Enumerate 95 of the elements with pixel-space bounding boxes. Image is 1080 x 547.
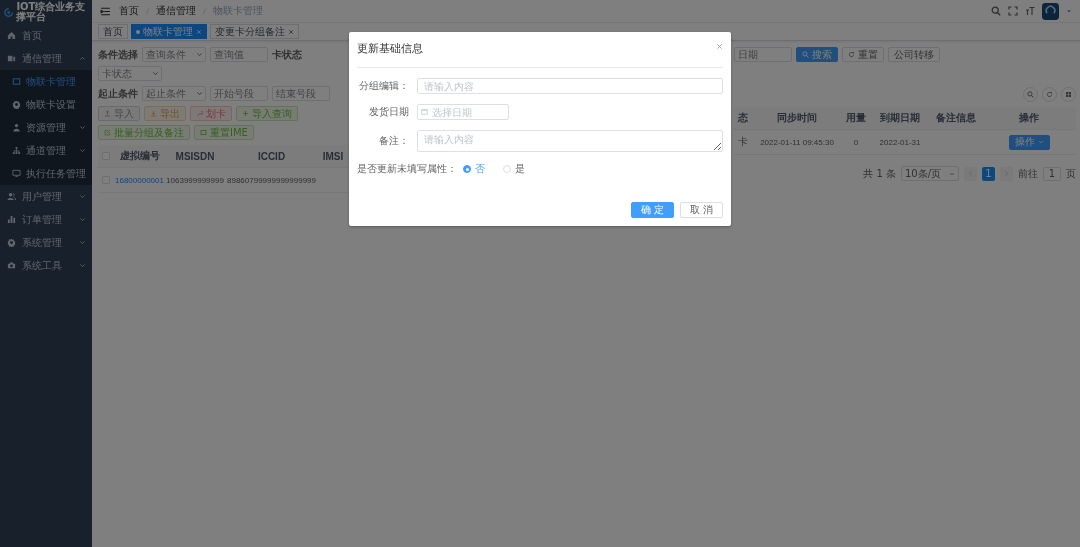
field-label: 起止条件	[98, 86, 138, 101]
upload-icon	[104, 110, 111, 117]
column-header: 操作	[1019, 111, 1039, 125]
submenu-item[interactable]: 执行任务管理	[0, 162, 92, 185]
grid-icon	[1065, 91, 1072, 98]
wrench-icon	[196, 110, 203, 117]
circle-tool-button[interactable]	[1023, 87, 1038, 102]
toolbar-button[interactable]: 导出	[144, 106, 186, 121]
column-header: 用量	[846, 111, 866, 125]
toolbar-button[interactable]: 导入查询	[236, 106, 298, 121]
person-icon	[12, 123, 21, 132]
search-icon	[1027, 91, 1034, 98]
total-count: 共 1 条	[863, 166, 896, 181]
download-icon	[150, 110, 157, 117]
field-label: 卡状态	[272, 47, 302, 62]
field-label: 分组编辑：	[358, 79, 410, 93]
fullscreen-icon	[1008, 6, 1018, 16]
house-icon	[7, 31, 16, 40]
page-tab[interactable]: 物联卡管理	[131, 24, 207, 39]
column-header: IMSI	[322, 150, 344, 162]
page-input[interactable]: 1	[1043, 166, 1061, 181]
field-label: 备注：	[378, 134, 410, 148]
toolbar-button[interactable]: 批量分组及备注	[98, 125, 190, 140]
field-label: 是否更新未填写属性：	[357, 162, 458, 176]
chevron-down-icon	[196, 90, 203, 97]
camera-icon	[7, 261, 16, 270]
table-cell: 89860799999999999999	[227, 175, 316, 185]
column-header: ICCID	[257, 150, 286, 162]
avatar-icon	[1042, 2, 1059, 20]
caret-icon	[1066, 8, 1072, 14]
table-cell: 2022-01-11 09:45:30	[760, 137, 834, 147]
sitemap-icon	[12, 146, 21, 155]
calendar-icon	[421, 108, 428, 115]
breadcrumb-item[interactable]: 首页	[119, 4, 139, 18]
search-icon	[802, 51, 809, 58]
breadcrumb-item[interactable]: 通信管理	[156, 4, 196, 18]
column-header: 同步时间	[777, 111, 817, 125]
page-tab[interactable]: 首页	[98, 24, 128, 39]
bars-icon	[7, 215, 16, 224]
confirm-button[interactable]: 确 定	[630, 202, 674, 218]
page-tab[interactable]: 变更卡分组备注	[210, 24, 299, 39]
prev-page-button[interactable]	[964, 166, 977, 181]
table-link[interactable]: 16800000001	[115, 175, 164, 185]
text-size-icon	[1025, 6, 1035, 16]
search-button[interactable]: 搜索	[796, 47, 838, 62]
cancel-button[interactable]: 取 消	[679, 202, 723, 218]
plus-icon	[242, 110, 249, 117]
close-icon[interactable]	[716, 43, 723, 50]
people-icon	[7, 192, 16, 201]
chevron-down-icon	[152, 70, 159, 77]
toolbar-button[interactable]: 重置IME	[194, 125, 254, 140]
page-size-select[interactable]: 10条/页	[901, 166, 959, 181]
field-label: 条件选择	[98, 47, 138, 62]
table-cell: 2022-01-31	[879, 137, 921, 147]
radio-option[interactable]: 是	[503, 162, 525, 176]
table-cell: 1063999999999	[166, 175, 224, 185]
action-button[interactable]: 公司转移	[888, 47, 940, 62]
circle-tool-button[interactable]	[1061, 87, 1076, 102]
action-button[interactable]: 重置	[842, 47, 884, 62]
chevron-down-icon	[196, 51, 203, 58]
table-cell: 卡	[738, 135, 748, 149]
logo-icon	[4, 5, 14, 19]
search-icon	[991, 6, 1001, 16]
gear-icon	[7, 238, 16, 247]
refresh-icon	[1046, 91, 1053, 98]
chevron-down-icon	[1037, 139, 1044, 145]
page-button[interactable]: 1	[982, 166, 995, 181]
submenu-item[interactable]: 资源管理	[0, 116, 92, 139]
refresh-icon	[848, 51, 855, 58]
submenu-item[interactable]: 通道管理	[0, 139, 92, 162]
square-icon	[12, 77, 21, 86]
column-header: MSISDN	[175, 150, 215, 162]
goto-label: 前往	[1018, 166, 1038, 181]
field-label: 发货日期	[368, 105, 410, 119]
menu-item[interactable]: 首页	[0, 24, 92, 47]
card-icon	[7, 54, 16, 63]
circle-tool-button[interactable]	[1042, 87, 1057, 102]
monitor-icon	[12, 169, 21, 178]
next-page-button[interactable]	[1000, 166, 1013, 181]
chevron-down-icon	[949, 170, 955, 177]
edit-icon	[104, 129, 111, 136]
column-header: 虚拟编号	[119, 149, 160, 163]
app-title: IOT综合业务支撑平台	[16, 1, 87, 23]
column-header: 到期日期	[880, 111, 920, 125]
dialog-title: 更新基础信息	[357, 41, 423, 56]
toolbar-button[interactable]: 划卡	[190, 106, 232, 121]
submenu-item[interactable]: 物联卡管理	[0, 70, 92, 93]
table-cell: 0	[853, 137, 859, 147]
action-dropdown-button[interactable]: 操作	[1008, 134, 1050, 150]
menu-icon	[100, 5, 111, 17]
column-header: 态	[738, 111, 748, 125]
page-unit: 页	[1066, 166, 1076, 181]
gear-icon	[12, 100, 21, 109]
radio-option[interactable]: 否	[463, 162, 485, 176]
column-header: 备注信息	[936, 111, 976, 125]
